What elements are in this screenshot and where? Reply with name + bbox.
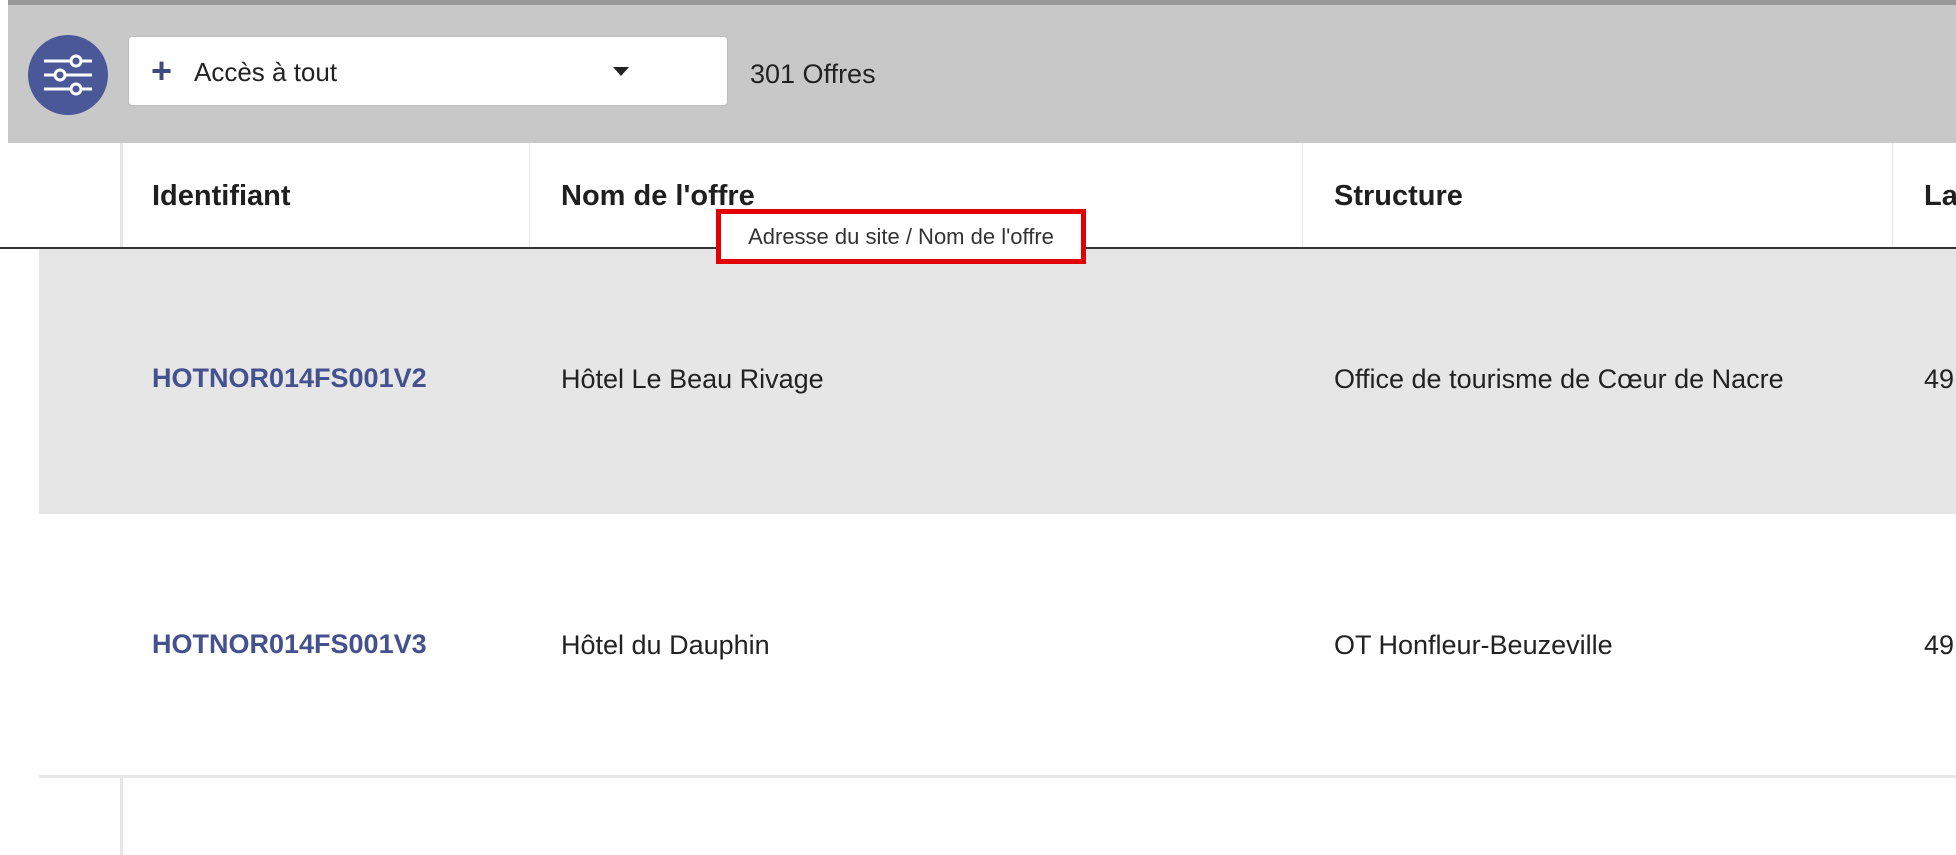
structure-cell: Office de tourisme de Cœur de Nacre (1334, 364, 1784, 394)
offer-id-link[interactable]: HOTNOR014FS001V3 (152, 629, 427, 660)
offer-name-cell: Hôtel Le Beau Rivage (561, 364, 824, 394)
offer-id-link[interactable]: HOTNOR014FS001V2 (152, 363, 427, 394)
caret-down-icon (613, 67, 629, 76)
column-header-partial[interactable]: La (1924, 180, 1956, 213)
access-dropdown-label: Accès à tout (194, 57, 338, 87)
filter-settings-button[interactable] (28, 35, 108, 115)
column-header-identifiant[interactable]: Identifiant (152, 180, 291, 213)
toolbar: + Accès à tout 301 Offres (8, 5, 1956, 143)
plus-icon: + (151, 50, 173, 91)
column-header-structure[interactable]: Structure (1334, 180, 1463, 213)
offer-count: 301 Offres (750, 59, 876, 89)
partial-cell: 49 (1924, 364, 1955, 394)
sliders-icon (44, 54, 92, 96)
column-divider (529, 143, 530, 247)
access-dropdown[interactable]: + Accès à tout (128, 36, 728, 106)
table-row[interactable]: HOTNOR014FS001V2 Hôtel Le Beau Rivage Of… (39, 249, 1956, 514)
table-row[interactable]: HOTNOR014FS001V3 Hôtel du Dauphin OT Hon… (39, 514, 1956, 778)
column-divider (1892, 143, 1893, 247)
column-tooltip: Adresse du site / Nom de l'offre (716, 209, 1086, 264)
partial-cell: 49 (1924, 630, 1955, 660)
offer-name-cell: Hôtel du Dauphin (561, 630, 770, 660)
structure-cell: OT Honfleur-Beuzeville (1334, 630, 1613, 660)
column-divider (1302, 143, 1303, 247)
